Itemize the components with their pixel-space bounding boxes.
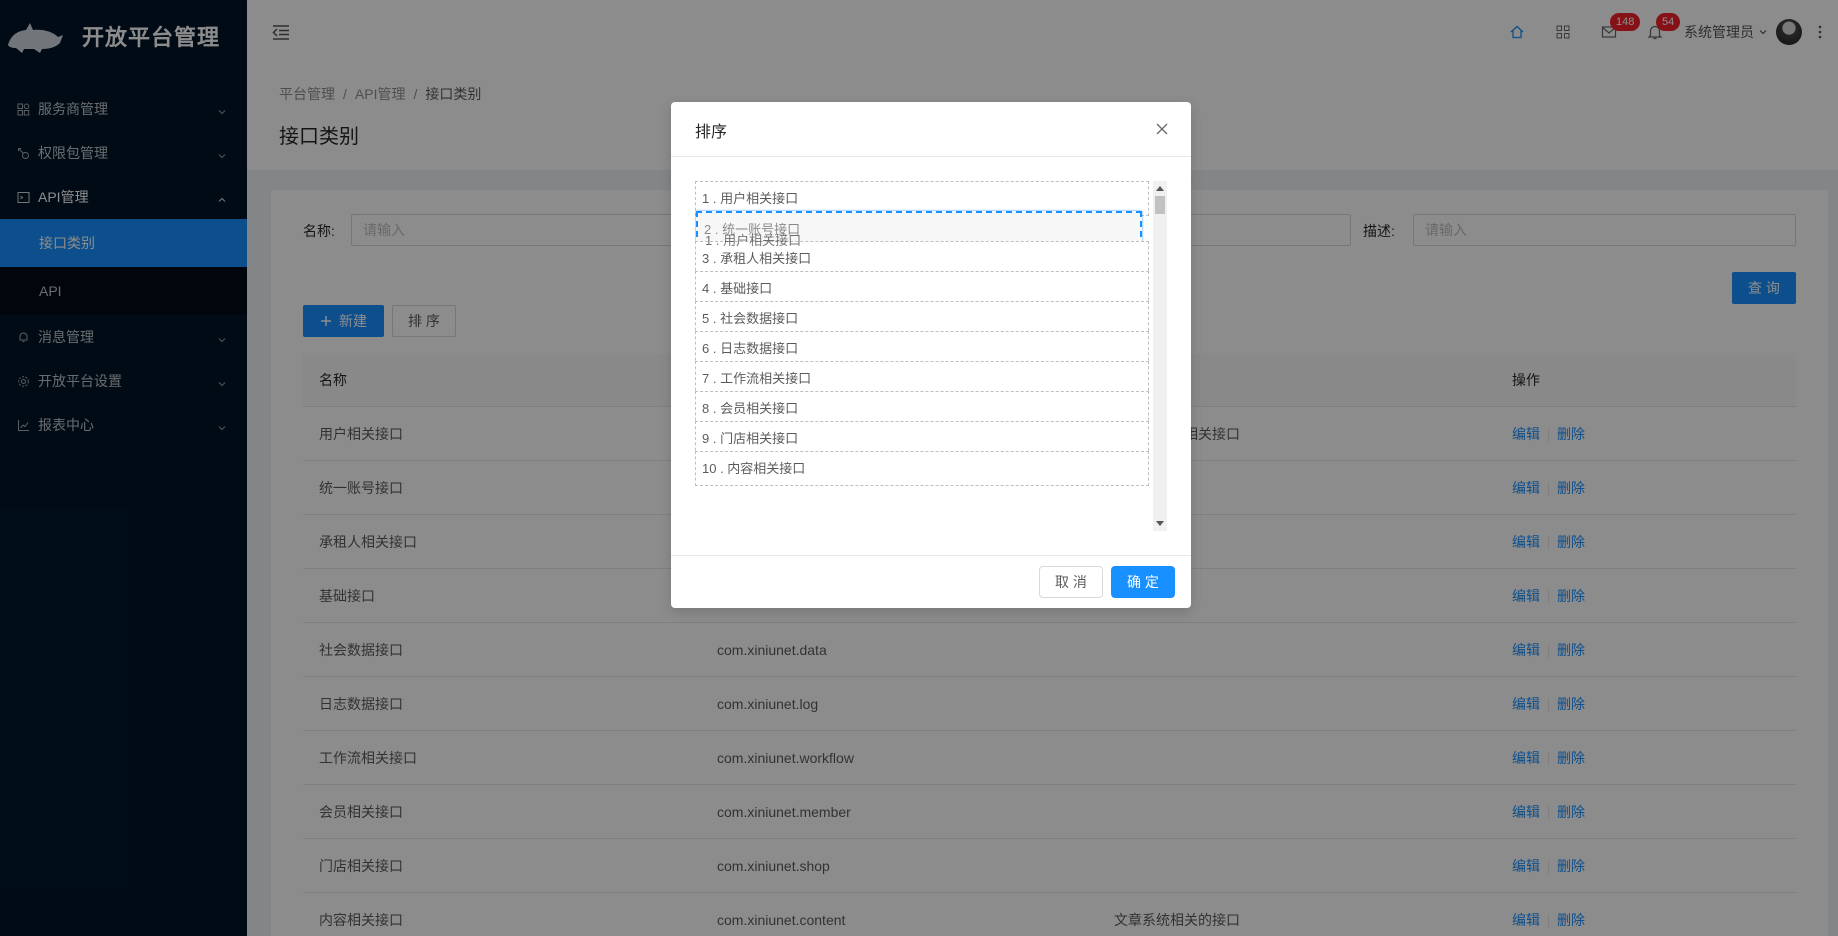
sort-list-container: 1 . 用户相关接口 2 . 统一账号接口 3 . 承租人相关接口 4 . 基础接口 5… [695,181,1167,531]
ok-button[interactable]: 确 定 [1111,566,1175,598]
drag-ghost-label: 1 . 用户相关接口 [705,233,802,248]
modal-title: 排序 [695,124,728,141]
close-icon[interactable] [1151,118,1173,140]
sort-modal: 排序 1 . 用户相关接口 2 . 统一账号接口 3 . 承租人相关接口 4 . 基础… [671,102,1191,608]
scrollbar-thumb[interactable] [1155,196,1165,214]
scroll-down-arrow-icon[interactable] [1156,521,1164,526]
scrollbar[interactable] [1153,181,1167,531]
sort-list-item[interactable]: 10 . 内容相关接口 [695,451,1149,486]
modal-footer: 取 消 确 定 [671,555,1191,608]
scroll-up-arrow-icon[interactable] [1156,186,1164,191]
cancel-button[interactable]: 取 消 [1039,566,1103,598]
modal-header: 排序 [671,102,1191,157]
